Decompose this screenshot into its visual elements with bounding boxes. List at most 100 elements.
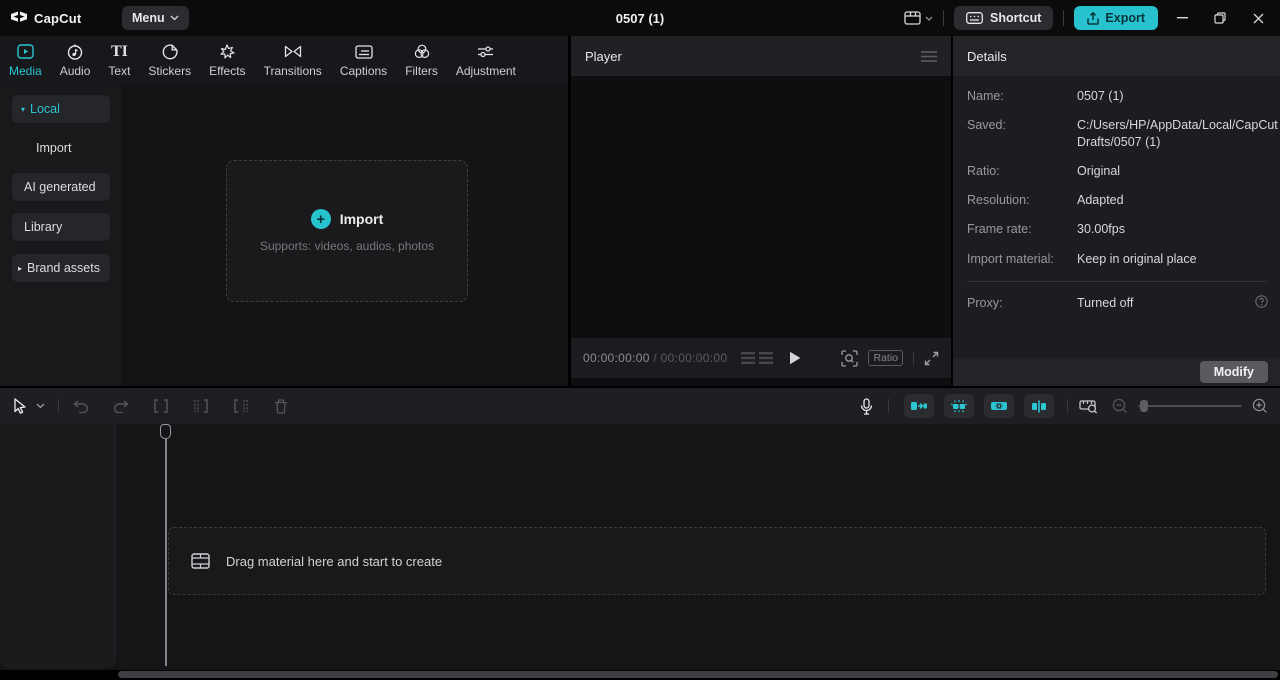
transitions-icon [284,43,302,61]
tab-filters[interactable]: Filters [396,36,447,84]
timeline-toolbar [0,388,1280,424]
close-icon [1253,13,1263,23]
tab-stickers[interactable]: Stickers [139,36,200,84]
filters-icon [414,43,430,61]
shortcut-button[interactable]: Shortcut [954,6,1054,30]
player-menu-icon[interactable] [921,50,937,62]
keyboard-icon [966,12,983,24]
record-voiceover-button[interactable] [854,394,878,418]
preview-axis-icon [1032,400,1046,412]
time-separator: / [649,351,661,365]
undo-button[interactable] [69,394,93,418]
auto-snap-toggle[interactable] [944,394,974,418]
detail-row-frame-rate: Frame rate: 30.00fps [967,221,1266,237]
player-header: Player [571,36,951,76]
redo-button[interactable] [109,394,133,418]
stickers-icon [162,43,178,61]
detail-label: Name: [967,89,1004,103]
tab-media[interactable]: Media [0,36,51,84]
detail-label: Resolution: [967,193,1030,207]
export-icon [1087,11,1100,25]
import-dropzone-label: Import [339,211,384,227]
timeline-zoom-slider[interactable] [1138,400,1242,412]
detail-value: Adapted [1077,193,1124,207]
fit-timeline-button[interactable] [1076,394,1100,418]
tab-captions[interactable]: Captions [331,36,396,84]
help-icon[interactable] [1255,295,1268,308]
topbar-divider [943,10,945,26]
zoom-out-icon [1112,398,1127,413]
timeline-dropzone[interactable]: Drag material here and start to create [168,527,1266,595]
split-button[interactable] [149,394,173,418]
detail-row-import-material: Import material: Keep in original place [967,251,1266,267]
restore-button[interactable] [1206,4,1234,32]
project-title: 0507 (1) [615,10,665,26]
tab-transitions[interactable]: Transitions [255,36,331,84]
chevron-down-icon [36,403,44,409]
player-panel: Player 00:00:00:00 / 00:00:00:00 Ratio [571,36,951,386]
timeline-zoom-in-button[interactable] [1248,394,1272,418]
prev-frame-icon[interactable] [741,352,756,364]
sidebar-item-ai-generated[interactable]: AI generated [12,173,110,201]
timeline-zoom-out-button[interactable] [1108,394,1132,418]
main-track-magnet-toggle[interactable] [904,394,934,418]
sidebar-item-import[interactable]: Import [12,134,110,162]
timeline-drop-hint: Drag material here and start to create [226,553,443,569]
snapshot-icon[interactable] [841,349,859,367]
preview-axis-toggle[interactable] [1024,394,1054,418]
ruler-zoom-icon [1078,399,1097,413]
select-tool-dropdown[interactable] [32,394,48,418]
next-frame-icon[interactable] [759,352,774,364]
timeline-area[interactable]: Drag material here and start to create [0,424,1280,678]
close-button[interactable] [1244,4,1272,32]
playhead[interactable] [160,424,172,666]
ratio-button[interactable]: Ratio [868,350,903,366]
player-controls-bar: 00:00:00:00 / 00:00:00:00 Ratio [571,338,951,378]
sidebar-item-import-label: Import [36,141,72,155]
horizontal-scrollbar[interactable] [118,671,1278,678]
sidebar-item-ai-generated-label: AI generated [24,180,96,194]
select-tool-button[interactable] [8,394,32,418]
capcut-logo: CapCut [10,11,120,26]
tab-adjustment[interactable]: Adjustment [447,36,525,84]
delete-right-button[interactable] [229,394,253,418]
detail-value: C:/Users/HP/AppData/Local/CapCut Drafts/… [1077,118,1278,149]
expander-right-icon: ▸ [18,263,23,273]
tab-text-label: Text [108,63,131,78]
link-materials-toggle[interactable] [984,394,1014,418]
expander-down-icon: ▾ [21,104,26,114]
restore-icon [1214,12,1226,24]
play-button[interactable] [789,351,801,365]
toolbar-divider [888,399,889,413]
topbar-divider [1063,10,1065,26]
split-icon [154,399,168,413]
import-dropzone[interactable]: + Import Supports: videos, audios, photo… [226,160,468,302]
trash-icon [275,398,287,414]
tab-audio[interactable]: Audio [51,36,100,84]
player-title: Player [585,48,622,64]
detail-row-resolution: Resolution: Adapted [967,192,1266,208]
capcut-logo-text: CapCut [34,10,82,26]
delete-left-button[interactable] [189,394,213,418]
export-button[interactable]: Export [1074,6,1158,30]
modify-button[interactable]: Modify [1199,361,1268,383]
minimize-button[interactable] [1168,4,1196,32]
panel-layout-button[interactable] [904,4,933,32]
fullscreen-icon[interactable] [924,351,939,366]
zoom-in-icon [1252,398,1267,413]
asset-tab-bar: Media Audio TI Text Stickers Effects Tra… [0,36,568,84]
detail-value: 0507 (1) [1077,89,1124,103]
sidebar-item-local[interactable]: ▾ Local [12,95,110,123]
details-header: Details [953,36,1280,76]
media-panel: Media Audio TI Text Stickers Effects Tra… [0,36,568,386]
delete-left-icon [194,399,208,413]
sidebar-item-brand-assets[interactable]: ▸ Brand assets [12,254,110,282]
tab-adjustment-label: Adjustment [455,63,516,78]
tab-text[interactable]: TI Text [99,36,139,84]
zoom-slider-handle[interactable] [1140,400,1148,412]
sidebar-item-library[interactable]: Library [12,213,110,241]
playhead-handle[interactable] [160,424,171,439]
delete-button[interactable] [269,394,293,418]
menu-button[interactable]: Menu [122,6,189,30]
tab-effects[interactable]: Effects [200,36,254,84]
